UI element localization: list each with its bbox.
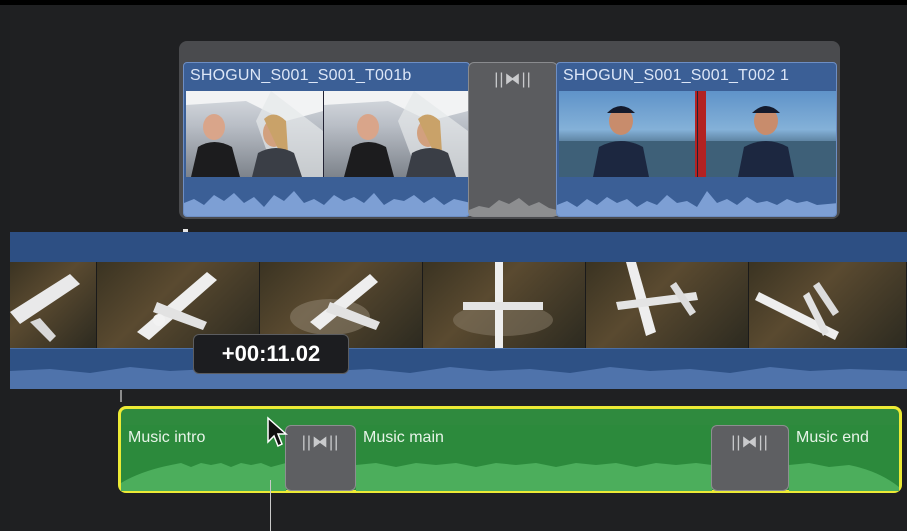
transition-clip-3[interactable]: ||⧓|| — [711, 425, 789, 491]
pointer-cursor-icon — [267, 416, 288, 448]
audio-waveform — [789, 463, 899, 491]
thumbnail-frame — [186, 91, 324, 177]
thumbnail-frame — [10, 262, 97, 348]
playhead[interactable] — [270, 480, 271, 531]
thumbnail-frame — [559, 91, 698, 177]
thumbnail-frame — [698, 91, 836, 177]
clip-title: SHOGUN_S001_S001_T001b — [190, 67, 412, 84]
timecode-overlay: +00:11.02 — [193, 334, 349, 374]
clip-filmstrip — [186, 91, 469, 177]
transition-icon: ||⧓|| — [731, 434, 769, 451]
thumbnail-frame — [586, 262, 749, 348]
transition-icon: ||⧓|| — [301, 434, 340, 451]
audio-waveform — [557, 191, 836, 216]
clip-label: Music intro — [128, 429, 206, 446]
primary-clip-header[interactable] — [10, 232, 907, 262]
audio-clip-music-main[interactable]: Music main — [356, 425, 712, 491]
clip-label: Music main — [363, 429, 444, 446]
video-clip-t001b[interactable]: SHOGUN_S001_S001_T001b — [183, 62, 470, 217]
clip-title: SHOGUN_S001_S001_T002 1 — [563, 67, 790, 84]
clip-filmstrip — [559, 91, 836, 177]
clip-label: Music end — [796, 429, 869, 446]
audio-waveform — [10, 367, 907, 389]
audio-waveform — [356, 463, 712, 491]
thumbnail-frame — [749, 262, 907, 348]
thumbnail-frame — [423, 262, 586, 348]
transition-icon: ||⧓|| — [494, 71, 532, 88]
audio-waveform — [469, 198, 557, 216]
audio-clip-music-end[interactable]: Music end — [789, 425, 899, 491]
video-clip-t002[interactable]: SHOGUN_S001_S001_T002 1 — [556, 62, 837, 217]
position-tick — [120, 390, 122, 402]
transition-clip-1[interactable]: ||⧓|| — [468, 62, 558, 217]
audio-clip-music-intro[interactable]: Music intro — [121, 425, 286, 491]
audio-waveform — [121, 463, 286, 491]
primary-clip-filmstrip[interactable] — [10, 262, 907, 348]
primary-clip-audio[interactable] — [10, 348, 907, 389]
transition-clip-2[interactable]: ||⧓|| — [285, 425, 356, 491]
audio-waveform — [184, 191, 469, 216]
thumbnail-frame — [324, 91, 469, 177]
